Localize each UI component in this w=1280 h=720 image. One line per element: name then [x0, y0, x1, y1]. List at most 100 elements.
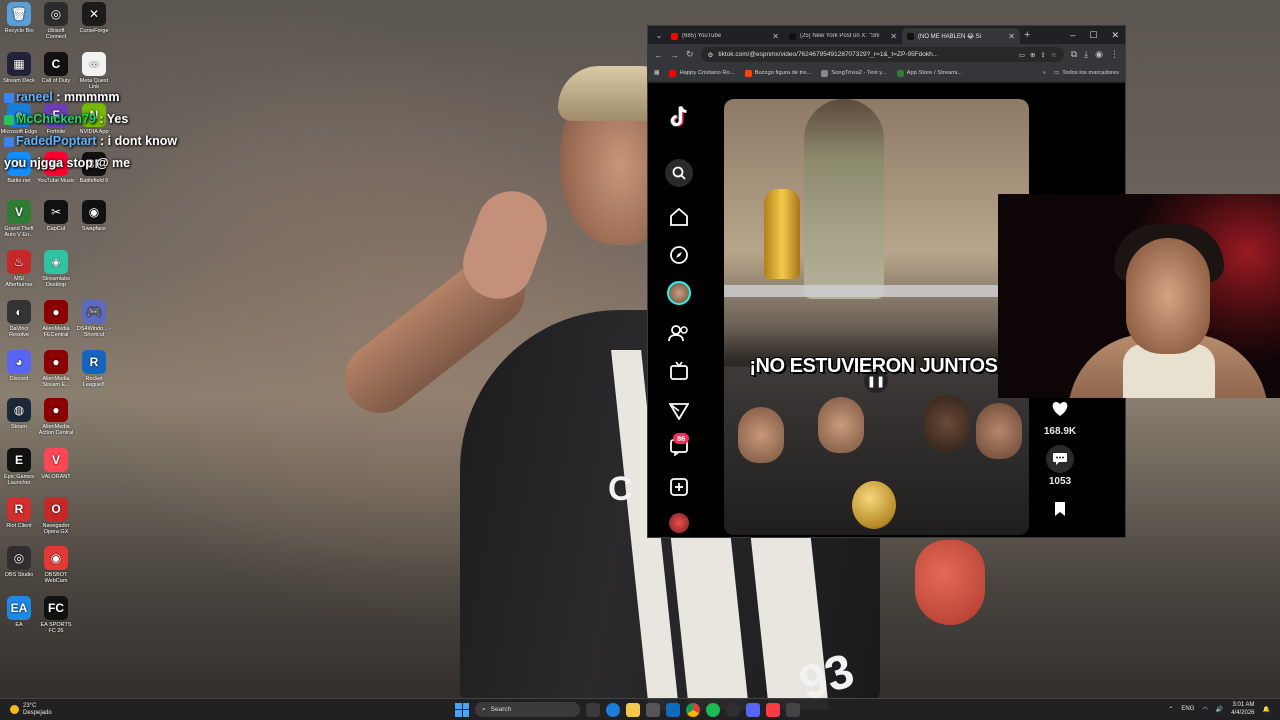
live-icon[interactable]	[667, 359, 691, 383]
tab-close-icon[interactable]: ✕	[1008, 32, 1015, 41]
browser-tab[interactable]: (685) YouTube ✕	[666, 28, 784, 44]
maximize-icon[interactable]: ☐	[1089, 30, 1097, 41]
home-icon[interactable]	[667, 205, 691, 229]
task-view-icon[interactable]	[586, 702, 600, 717]
like-button[interactable]	[1046, 395, 1074, 423]
file-explorer-icon[interactable]	[626, 702, 640, 717]
edge-icon[interactable]	[606, 702, 620, 717]
desktop-icon[interactable]: ♨ MSI Afterburner	[0, 250, 38, 292]
profile-avatar-icon[interactable]	[667, 511, 691, 535]
chat-username: McChicken79	[16, 112, 96, 126]
tray-chevron-icon[interactable]: ⌃	[1168, 706, 1173, 713]
more-bookmarks-icon[interactable]: »	[1043, 70, 1046, 76]
desktop-icon[interactable]: O Navegador Opera GX	[37, 497, 75, 539]
minimize-icon[interactable]: –	[1070, 30, 1075, 41]
search-icon: ⌕	[482, 705, 486, 713]
spotify-icon[interactable]	[706, 702, 720, 717]
chrome-icon[interactable]	[686, 702, 700, 717]
tab-search-icon[interactable]: ⌄	[652, 31, 666, 40]
desktop-icon[interactable]: ● AlienMedia FECentral	[37, 300, 75, 342]
notifications-icon[interactable]: 🔔	[1263, 706, 1270, 713]
desktop-icon[interactable]: ◐ DaVinci Resolve	[0, 300, 38, 342]
menu-icon[interactable]: ⋮	[1110, 49, 1119, 60]
desktop-icon[interactable]: V Grand Theft Auto V En...	[0, 200, 38, 242]
reload-icon[interactable]: ↻	[686, 49, 694, 60]
app-icon: ◉	[44, 546, 68, 570]
back-icon[interactable]: ←	[654, 50, 663, 60]
bookmark-star-icon[interactable]: ☆	[1051, 51, 1057, 59]
clock[interactable]: 3:01 AM 4/4/2026	[1231, 701, 1254, 717]
tab-close-icon[interactable]: ✕	[890, 32, 897, 41]
music-icon[interactable]	[766, 702, 780, 717]
apps-icon[interactable]: ▦	[654, 70, 659, 76]
desktop-icon[interactable]: 🎮 DS4Windo... - Shortcut	[75, 300, 113, 342]
video-player[interactable]: ¡NO ESTUVIERON JUNTOS! ❚❚	[724, 99, 1029, 535]
address-bar[interactable]: ⚙ tiktok.com/@espnmx/video/7624679549128…	[700, 47, 1064, 62]
search-icon[interactable]	[665, 159, 693, 187]
wifi-icon[interactable]: ◠	[1202, 706, 1207, 713]
desktop-icon[interactable]: ● AlienMedia Action Central	[37, 398, 75, 440]
desktop-icon[interactable]: ◈ Streamlabs Desktop	[37, 250, 75, 292]
cast-icon[interactable]: ▭	[1019, 51, 1025, 59]
desktop-icon[interactable]: ◍ Steam	[0, 398, 38, 440]
desktop-icon[interactable]: ✂ CapCut	[37, 200, 75, 242]
mail-icon[interactable]	[666, 702, 680, 717]
desktop-icon[interactable]: ✕ CurseForge	[75, 2, 113, 44]
save-button[interactable]	[1046, 495, 1074, 523]
desktop-icon[interactable]: FC EA SPORTS FC 26	[37, 596, 75, 638]
weather-widget[interactable]: 23°C Despejado	[0, 703, 120, 717]
desktop-icon[interactable]: ◉ Swapface	[75, 200, 113, 242]
obs-icon[interactable]	[726, 702, 740, 717]
share-icon[interactable]: ⇪	[1040, 51, 1045, 59]
tiktok-logo-icon[interactable]	[667, 105, 691, 129]
new-tab-icon[interactable]: +	[1024, 29, 1030, 41]
all-bookmarks-link[interactable]: ▭ Todos los marcadores	[1054, 70, 1119, 76]
following-avatar-icon[interactable]	[667, 281, 691, 305]
zoom-icon[interactable]: ⊕	[1030, 51, 1035, 59]
profile-icon[interactable]: ◉	[1095, 49, 1103, 60]
friends-icon[interactable]	[667, 321, 691, 345]
start-button[interactable]	[455, 702, 469, 717]
desktop-icon[interactable]: E Epic Games Launcher	[0, 448, 38, 490]
system-tray: ⌃ ENG ◠ 🔊 3:01 AM 4/4/2026 🔔	[1168, 701, 1270, 717]
store-icon[interactable]	[646, 702, 660, 717]
comment-button[interactable]	[1046, 445, 1074, 473]
desktop-icon[interactable]: 🗑 Recycle Bin	[0, 2, 38, 44]
browser-tab[interactable]: (NO ME HABLEN 😂 Si ✕	[902, 28, 1020, 44]
messages-icon[interactable]	[667, 399, 691, 423]
tab-close-icon[interactable]: ✕	[772, 32, 779, 41]
site-info-icon[interactable]: ⚙	[708, 51, 714, 59]
explore-icon[interactable]	[667, 243, 691, 267]
bookmark-item[interactable]: SongTrivia2 - Test y...	[821, 69, 887, 77]
folder-icon: ▭	[1053, 70, 1060, 76]
close-window-icon[interactable]: ✕	[1111, 30, 1119, 41]
desktop-icon[interactable]: EA EA	[0, 596, 38, 638]
discord-icon[interactable]	[746, 702, 760, 717]
bookmark-item[interactable]: Buzzgo figura de tre...	[744, 69, 811, 77]
address-url[interactable]: tiktok.com/@espnmx/video/762467954912870…	[718, 51, 1013, 58]
taskbar-search[interactable]: ⌕ Search	[475, 702, 580, 717]
desktop-icon[interactable]: R Riot Client	[0, 497, 38, 539]
browser-tab[interactable]: (25) New York Post on X: "Shi ✕	[784, 28, 902, 44]
extensions-icon[interactable]: ⧉	[1071, 49, 1077, 60]
desktop-icon[interactable]: ● AlienMedia Stream E...	[37, 350, 75, 392]
upload-icon[interactable]	[667, 475, 691, 499]
stream-chat-overlay: raneel : mmmmm McChicken79 : Yes FadedPopt…	[4, 86, 264, 174]
desktop-icon[interactable]: ◕ Discord	[0, 350, 38, 392]
pause-icon[interactable]: ❚❚	[864, 369, 888, 393]
language-indicator[interactable]: ENG	[1181, 706, 1194, 712]
app-icon[interactable]	[786, 702, 800, 717]
forward-icon[interactable]: →	[670, 50, 679, 60]
desktop-icon-label: YouTube Music	[37, 178, 75, 184]
desktop-icon[interactable]: ◎ OBS Studio	[0, 546, 38, 588]
app-icon: 🗑	[7, 2, 31, 26]
volume-icon[interactable]: 🔊	[1216, 706, 1223, 713]
desktop-icon[interactable]: V VALORANT	[37, 448, 75, 490]
desktop-icon[interactable]: ◎ Ubisoft Connect	[37, 2, 75, 44]
bookmark-item[interactable]: Happy Cristiano Ro...	[669, 69, 735, 77]
desktop-icon[interactable]: ◉ OBSBOT WebCam	[37, 546, 75, 588]
bookmark-item[interactable]: App Store / Streami...	[896, 69, 962, 77]
app-icon: ●	[44, 398, 68, 422]
desktop-icon[interactable]: R Rocket League®	[75, 350, 113, 392]
download-icon[interactable]: ⤓	[1084, 49, 1088, 60]
